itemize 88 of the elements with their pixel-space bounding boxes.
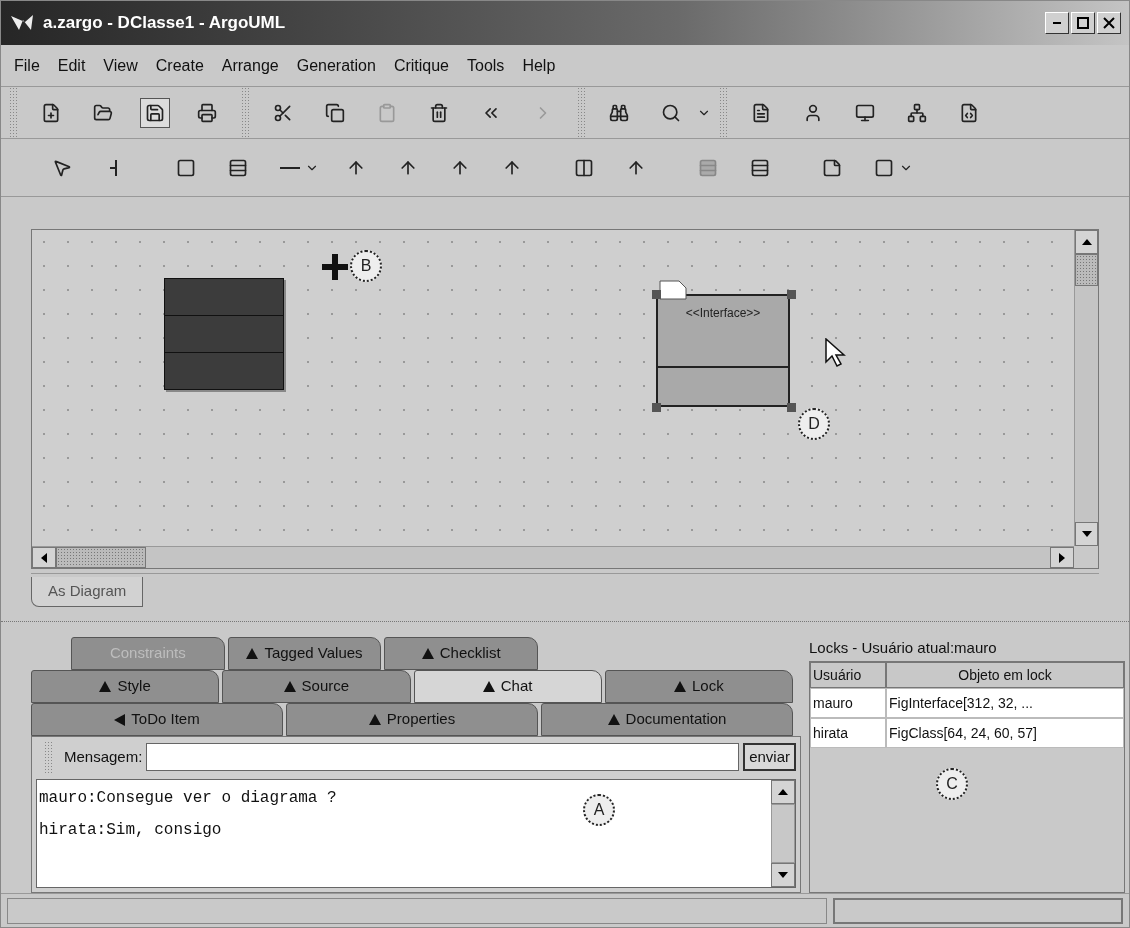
chat-scrollbar[interactable] xyxy=(771,780,795,887)
new-file-icon xyxy=(41,102,61,123)
menu-item[interactable]: Arrange xyxy=(212,53,288,78)
selection-handle[interactable] xyxy=(652,403,661,412)
right-arrow-icon xyxy=(1059,552,1065,563)
tab[interactable]: ToDo Item xyxy=(31,703,283,736)
binoculars-icon xyxy=(609,102,629,123)
paste-icon xyxy=(377,102,397,123)
screen-diagram-icon xyxy=(855,102,875,123)
stereotype-label: <<Interface>> xyxy=(685,305,761,322)
tab[interactable]: Style xyxy=(31,670,220,703)
callout-marker: C xyxy=(936,768,968,800)
zoom-icon xyxy=(661,102,681,123)
cut-icon xyxy=(273,102,293,123)
window-title: a.zargo - DClasse1 - ArgoUML xyxy=(43,12,286,35)
save-icon xyxy=(145,102,165,123)
note-icon xyxy=(822,157,842,178)
note-icon xyxy=(659,280,687,300)
chat-message: mauro:Consegue ver o diagrama ? xyxy=(39,788,337,809)
line-icon xyxy=(280,166,300,169)
tab[interactable]: Properties xyxy=(286,703,538,736)
filled-rows-icon xyxy=(698,157,718,178)
table-cell: hirata xyxy=(810,718,886,748)
down-arrow-icon xyxy=(778,872,788,878)
tab[interactable]: Lock xyxy=(604,670,793,703)
up-arrow-icon xyxy=(1081,239,1092,245)
scroll-thumb[interactable] xyxy=(56,547,146,568)
locks-title: Locks - Usuário atual:mauro xyxy=(809,638,998,658)
send-button[interactable]: enviar xyxy=(743,743,796,771)
minimize-icon xyxy=(1053,22,1061,24)
menu-item[interactable]: Edit xyxy=(48,53,95,78)
actor-diagram-icon xyxy=(803,102,823,123)
tab[interactable]: Checklist xyxy=(384,637,538,670)
menu-item[interactable]: Tools xyxy=(458,53,514,78)
message-field[interactable] xyxy=(146,743,740,771)
selection-handle[interactable] xyxy=(787,290,796,299)
folder-icon xyxy=(93,102,113,123)
scroll-thumb[interactable] xyxy=(1075,254,1098,286)
diagram-canvas[interactable]: B <<Interface>> D xyxy=(32,230,1074,546)
interface-figure[interactable]: <<Interface>> xyxy=(656,294,790,407)
message-label: Mensagem: xyxy=(64,746,143,767)
maximize-button[interactable] xyxy=(1071,12,1095,34)
rows-icon xyxy=(750,157,770,178)
trash-icon xyxy=(429,102,449,123)
left-arrow-icon xyxy=(41,552,47,563)
horizontal-scrollbar[interactable] xyxy=(32,546,1074,568)
close-button[interactable] xyxy=(1097,12,1121,34)
copy-icon xyxy=(325,102,345,123)
callout-marker: D xyxy=(798,408,830,440)
toolbar-button[interactable] xyxy=(140,97,170,128)
view-tab[interactable]: As Diagram xyxy=(31,577,144,607)
down-arrow-icon xyxy=(1081,531,1092,537)
document-diagram-icon xyxy=(959,102,979,123)
print-icon xyxy=(197,102,217,123)
column-header[interactable]: Objeto em lock xyxy=(886,662,1124,688)
menu-item[interactable]: Help xyxy=(513,53,565,78)
tab[interactable]: Documentation xyxy=(541,703,793,736)
callout-marker: B xyxy=(350,250,382,282)
maximize-icon xyxy=(1077,17,1089,29)
chat-message: hirata:Sim, consigo xyxy=(39,820,222,841)
list-diagram-icon xyxy=(751,102,771,123)
selection-handle[interactable] xyxy=(652,290,661,299)
menu-item[interactable]: View xyxy=(94,53,147,78)
class-icon xyxy=(176,157,196,178)
tab[interactable]: Chat xyxy=(413,670,602,703)
state-diagram-icon xyxy=(907,102,927,123)
menu-item[interactable]: Create xyxy=(146,53,213,78)
vertical-scrollbar[interactable] xyxy=(1074,230,1098,546)
up-arrow-icon xyxy=(778,789,788,795)
column-header[interactable]: Usuário xyxy=(810,662,886,688)
bracket-icon xyxy=(110,159,118,176)
callout-marker: A xyxy=(583,794,615,826)
minimize-button[interactable] xyxy=(1045,12,1069,34)
mouse-cursor-icon xyxy=(825,338,847,368)
tab[interactable]: Source xyxy=(222,670,411,703)
tab[interactable]: Tagged Values xyxy=(227,637,382,670)
plus-icon xyxy=(320,252,350,282)
table-cell: mauro xyxy=(810,688,886,718)
table-cell: FigInterface[312, 32, ... xyxy=(886,688,1124,718)
selection-handle[interactable] xyxy=(787,403,796,412)
rectangle-icon xyxy=(874,157,894,178)
table-cell: FigClass[64, 24, 60, 57] xyxy=(886,718,1124,748)
menu-item[interactable]: Critique xyxy=(384,53,458,78)
interface-icon xyxy=(228,157,248,178)
menu-item[interactable]: Generation xyxy=(287,53,385,78)
close-icon xyxy=(1103,17,1115,29)
menu-item[interactable]: File xyxy=(5,53,49,78)
package-icon xyxy=(574,157,594,178)
